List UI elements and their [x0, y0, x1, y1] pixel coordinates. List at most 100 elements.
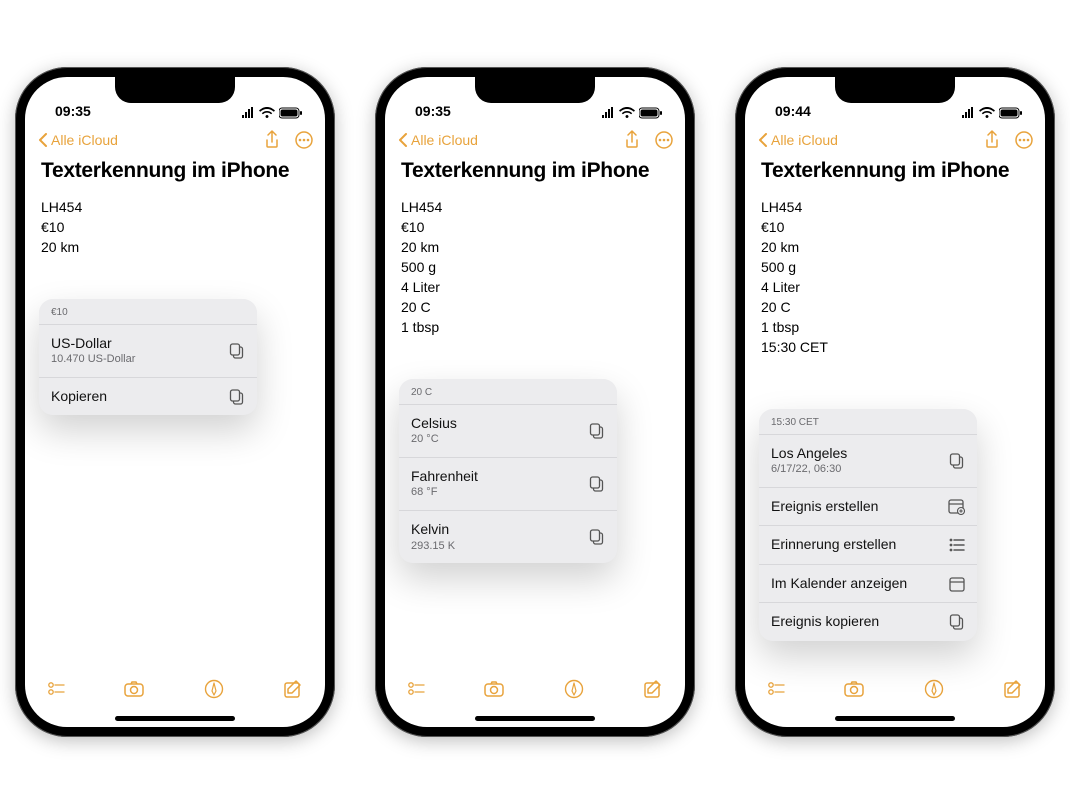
compose-button[interactable]	[1003, 679, 1023, 699]
note-area: Texterkennung im iPhone LH454€1020 km500…	[385, 157, 685, 337]
note-title: Texterkennung im iPhone	[401, 159, 669, 183]
home-indicator	[835, 716, 955, 721]
back-button[interactable]: Alle iCloud	[397, 132, 478, 148]
note-line[interactable]: LH454	[761, 197, 1029, 217]
popover-item-subtitle: 6/17/22, 06:30	[771, 463, 847, 477]
note-area: Texterkennung im iPhone LH454€1020 km500…	[745, 157, 1045, 357]
nav-bar: Alle iCloud	[25, 123, 325, 157]
note-line[interactable]: 20 C	[761, 297, 1029, 317]
note-line[interactable]: 15:30 CET	[761, 337, 1029, 357]
note-line[interactable]: €10	[41, 217, 309, 237]
popover-item[interactable]: US-Dollar 10.470 US-Dollar	[39, 324, 257, 377]
note-title: Texterkennung im iPhone	[41, 159, 309, 183]
phone-frame: 09:35 Alle iCloud Texterkennung	[15, 67, 335, 737]
copy-icon	[589, 476, 605, 492]
markup-button[interactable]	[204, 679, 224, 699]
notch	[475, 77, 595, 103]
note-line[interactable]: 20 km	[761, 237, 1029, 257]
camera-button[interactable]	[484, 680, 504, 698]
note-line[interactable]: LH454	[401, 197, 669, 217]
popover-item-title: Ereignis kopieren	[771, 613, 879, 631]
copy-icon	[229, 343, 245, 359]
copy-icon	[949, 453, 965, 469]
copy-icon	[589, 529, 605, 545]
popover-header: 20 C	[399, 379, 617, 404]
note-line[interactable]: 4 Liter	[401, 277, 669, 297]
chevron-left-icon	[757, 133, 769, 147]
popover-item-subtitle: 20 °C	[411, 433, 457, 447]
notch	[835, 77, 955, 103]
bottom-toolbar	[25, 667, 325, 711]
compose-button[interactable]	[283, 679, 303, 699]
popover-header: 15:30 CET	[759, 409, 977, 434]
popover-item-title: Kopieren	[51, 388, 107, 406]
popover-item[interactable]: Los Angeles 6/17/22, 06:30	[759, 434, 977, 487]
popover-header: €10	[39, 299, 257, 324]
popover-item[interactable]: Ereignis kopieren	[759, 602, 977, 641]
copy-icon	[229, 389, 245, 405]
compose-button[interactable]	[643, 679, 663, 699]
popover-item-subtitle: 68 °F	[411, 486, 478, 500]
note-line[interactable]: 1 tbsp	[761, 317, 1029, 337]
chevron-left-icon	[397, 133, 409, 147]
share-button[interactable]	[263, 130, 281, 150]
popover-item-title: Fahrenheit	[411, 468, 478, 486]
battery-icon	[639, 107, 663, 119]
note-line[interactable]: €10	[761, 217, 1029, 237]
popover-item-title: Erinnerung erstellen	[771, 536, 896, 554]
popover-item-title: Los Angeles	[771, 445, 847, 463]
note-body[interactable]: LH454€1020 km500 g4 Liter20 C1 tbsp15:30…	[761, 197, 1029, 357]
cellular-icon	[600, 107, 615, 118]
note-area: Texterkennung im iPhone LH454€1020 km	[25, 157, 325, 257]
checklist-button[interactable]	[47, 681, 65, 696]
more-button[interactable]	[655, 131, 673, 149]
popover-item[interactable]: Celsius 20 °C	[399, 404, 617, 457]
popover-item-title: Kelvin	[411, 521, 455, 539]
note-line[interactable]: 500 g	[401, 257, 669, 277]
back-button[interactable]: Alle iCloud	[757, 132, 838, 148]
checklist-button[interactable]	[767, 681, 785, 696]
markup-button[interactable]	[564, 679, 584, 699]
calendar-icon	[949, 576, 965, 592]
share-button[interactable]	[983, 130, 1001, 150]
note-title: Texterkennung im iPhone	[761, 159, 1029, 183]
note-line[interactable]: LH454	[41, 197, 309, 217]
note-body[interactable]: LH454€1020 km	[41, 197, 309, 257]
camera-button[interactable]	[124, 680, 144, 698]
home-indicator	[475, 716, 595, 721]
note-line[interactable]: €10	[401, 217, 669, 237]
note-line[interactable]: 1 tbsp	[401, 317, 669, 337]
phone-frame: 09:44 Alle iCloud Texterkennung	[735, 67, 1055, 737]
home-indicator	[115, 716, 235, 721]
back-button[interactable]: Alle iCloud	[37, 132, 118, 148]
popover-item[interactable]: Erinnerung erstellen	[759, 525, 977, 564]
note-line[interactable]: 20 km	[41, 237, 309, 257]
battery-icon	[999, 107, 1023, 119]
more-button[interactable]	[295, 131, 313, 149]
share-button[interactable]	[623, 130, 641, 150]
popover-item-subtitle: 10.470 US-Dollar	[51, 353, 135, 367]
checklist-button[interactable]	[407, 681, 425, 696]
note-body[interactable]: LH454€1020 km500 g4 Liter20 C1 tbsp	[401, 197, 669, 337]
note-line[interactable]: 20 km	[401, 237, 669, 257]
popover: 15:30 CET Los Angeles 6/17/22, 06:30 Ere…	[759, 409, 977, 641]
phone-frame: 09:35 Alle iCloud Texterkennung	[375, 67, 695, 737]
back-label: Alle iCloud	[51, 132, 118, 148]
popover: 20 C Celsius 20 °C Fahrenheit 68 °F Kelv…	[399, 379, 617, 564]
copy-icon	[949, 614, 965, 630]
popover-item[interactable]: Kopieren	[39, 377, 257, 416]
note-line[interactable]: 20 C	[401, 297, 669, 317]
popover-item[interactable]: Im Kalender anzeigen	[759, 564, 977, 603]
back-label: Alle iCloud	[771, 132, 838, 148]
popover-item[interactable]: Kelvin 293.15 K	[399, 510, 617, 563]
more-button[interactable]	[1015, 131, 1033, 149]
status-time: 09:35	[55, 103, 91, 119]
note-line[interactable]: 4 Liter	[761, 277, 1029, 297]
notch	[115, 77, 235, 103]
popover-item[interactable]: Ereignis erstellen	[759, 487, 977, 526]
cellular-icon	[960, 107, 975, 118]
popover-item[interactable]: Fahrenheit 68 °F	[399, 457, 617, 510]
note-line[interactable]: 500 g	[761, 257, 1029, 277]
camera-button[interactable]	[844, 680, 864, 698]
markup-button[interactable]	[924, 679, 944, 699]
